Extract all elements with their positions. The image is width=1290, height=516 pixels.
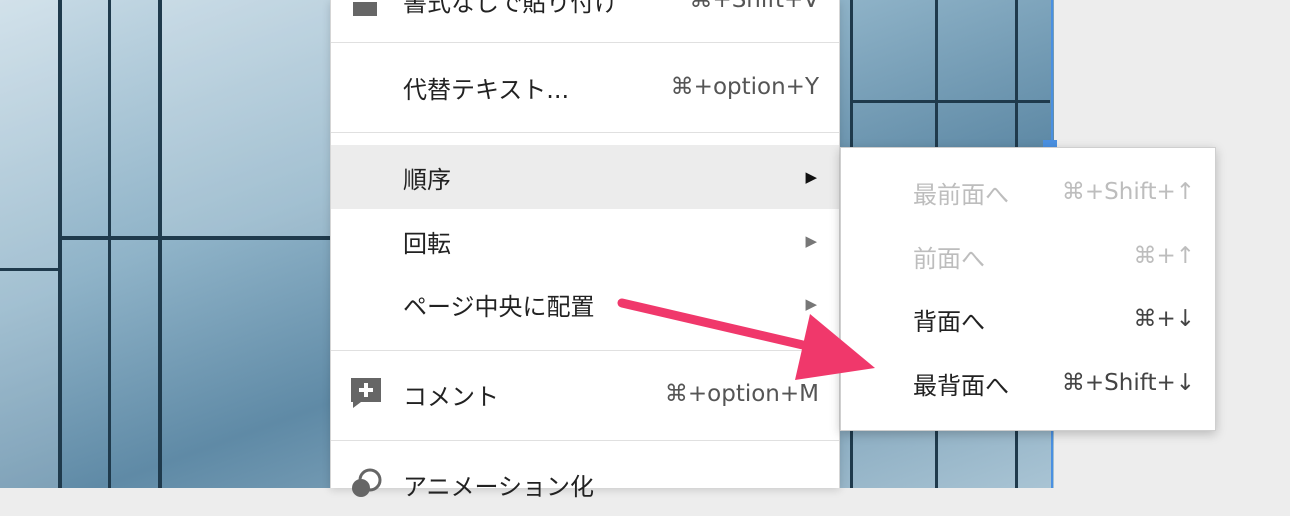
submenu-item-shortcut: ⌘+Shift+↓ bbox=[1061, 370, 1195, 396]
menu-item-shortcut: ⌘+option+Y bbox=[670, 74, 819, 100]
menu-item-label: 回転 bbox=[403, 229, 451, 258]
animation-icon bbox=[349, 466, 383, 500]
submenu-item-label: 最背面へ bbox=[913, 371, 1009, 400]
submenu-item-send-backward[interactable]: 背面へ ⌘+↓ bbox=[841, 287, 1215, 351]
submenu-item-shortcut: ⌘+↓ bbox=[1133, 306, 1195, 332]
menu-item-shortcut: ⌘+option+M bbox=[664, 381, 819, 407]
submenu-item-label: 背面へ bbox=[913, 307, 985, 336]
submenu-item-label: 最前面へ bbox=[913, 180, 1009, 209]
menu-item-order[interactable]: 順序 ▶ bbox=[331, 145, 839, 209]
submenu-item-send-to-back[interactable]: 最背面へ ⌘+Shift+↓ bbox=[841, 351, 1215, 415]
menu-item-comment[interactable]: コメント ⌘+option+M bbox=[331, 362, 839, 426]
add-comment-icon bbox=[349, 376, 383, 410]
menu-item-alt-text[interactable]: 代替テキスト... ⌘+option+Y bbox=[331, 55, 839, 119]
paste-icon bbox=[349, 0, 383, 18]
submenu-item-shortcut: ⌘+↑ bbox=[1133, 243, 1195, 269]
menu-item-label: ページ中央に配置 bbox=[403, 292, 595, 321]
submenu-item-shortcut: ⌘+Shift+↑ bbox=[1061, 179, 1195, 205]
submenu-item-bring-to-front[interactable]: 最前面へ ⌘+Shift+↑ bbox=[841, 160, 1215, 224]
menu-item-shortcut: ⌘+Shift+V bbox=[689, 0, 819, 13]
glass-pane bbox=[160, 0, 330, 240]
menu-separator bbox=[331, 42, 839, 43]
order-submenu: 最前面へ ⌘+Shift+↑ 前面へ ⌘+↑ 背面へ ⌘+↓ 最背面へ ⌘+Sh… bbox=[840, 147, 1216, 431]
submenu-item-label: 前面へ bbox=[913, 244, 985, 273]
submenu-item-bring-forward[interactable]: 前面へ ⌘+↑ bbox=[841, 224, 1215, 288]
submenu-arrow-icon: ▶ bbox=[805, 168, 817, 186]
menu-item-rotate[interactable]: 回転 ▶ bbox=[331, 209, 839, 273]
menu-item-label: コメント bbox=[403, 382, 499, 411]
submenu-arrow-icon: ▶ bbox=[805, 295, 817, 313]
menu-separator bbox=[331, 132, 839, 133]
menu-item-label: アニメーション化 bbox=[403, 472, 595, 501]
building-mullion bbox=[158, 0, 162, 488]
menu-item-label: 書式なしで貼り付け bbox=[403, 0, 619, 17]
menu-separator bbox=[331, 440, 839, 441]
building-mullion bbox=[0, 268, 60, 271]
building-mullion bbox=[60, 236, 330, 240]
building-mullion bbox=[108, 0, 111, 488]
menu-item-label: 順序 bbox=[403, 165, 451, 194]
submenu-arrow-icon: ▶ bbox=[805, 232, 817, 250]
menu-separator bbox=[331, 350, 839, 351]
menu-item-animate[interactable]: アニメーション化 bbox=[331, 452, 839, 516]
context-menu: 書式なしで貼り付け ⌘+Shift+V 代替テキスト... ⌘+option+Y… bbox=[330, 0, 840, 501]
menu-item-paste-without-formatting[interactable]: 書式なしで貼り付け ⌘+Shift+V bbox=[331, 0, 839, 32]
menu-item-label: 代替テキスト... bbox=[403, 75, 570, 104]
building-mullion bbox=[850, 100, 1050, 103]
glass-pane bbox=[0, 0, 60, 488]
menu-item-center-on-page[interactable]: ページ中央に配置 ▶ bbox=[331, 272, 839, 336]
building-mullion bbox=[58, 0, 62, 488]
